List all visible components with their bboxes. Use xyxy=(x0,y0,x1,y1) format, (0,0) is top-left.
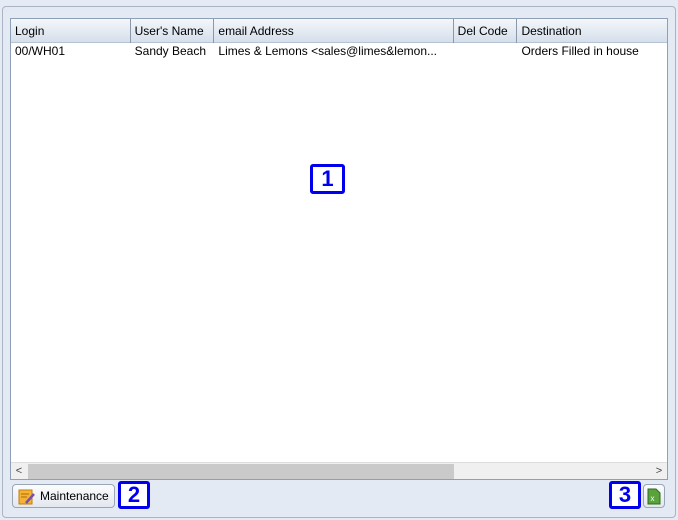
cell-destination: Orders Filled in house xyxy=(521,44,639,58)
table-row[interactable]: 00/WH01 Sandy Beach Limes & Lemons <sale… xyxy=(11,43,667,60)
cell-del-code xyxy=(454,43,518,60)
excel-icon: x xyxy=(647,488,661,504)
column-header-users-name[interactable]: User's Name xyxy=(131,19,215,43)
horizontal-scrollbar[interactable]: < > xyxy=(11,462,667,479)
scroll-left-icon[interactable]: < xyxy=(11,463,27,479)
column-header-login[interactable]: Login xyxy=(11,19,131,43)
scroll-right-icon[interactable]: > xyxy=(651,463,667,479)
maintenance-label: Maintenance xyxy=(40,489,109,503)
column-header-del-code[interactable]: Del Code xyxy=(454,19,518,43)
table-header: Login User's Name email Address Del Code… xyxy=(11,19,667,43)
cell-users-name: Sandy Beach xyxy=(134,44,207,58)
cell-login: 00/WH01 xyxy=(15,44,66,58)
column-header-email[interactable]: email Address xyxy=(214,19,454,43)
scrollbar-thumb[interactable] xyxy=(28,464,454,479)
users-table: Login User's Name email Address Del Code… xyxy=(10,18,668,480)
notepad-pencil-icon xyxy=(18,489,35,504)
export-excel-button[interactable]: x xyxy=(643,484,665,508)
callout-2: 2 xyxy=(118,481,150,509)
maintenance-button[interactable]: Maintenance xyxy=(12,484,115,508)
column-header-destination[interactable]: Destination xyxy=(517,19,667,43)
callout-3: 3 xyxy=(609,481,641,509)
svg-text:x: x xyxy=(651,494,655,503)
callout-1: 1 xyxy=(310,164,345,194)
cell-email: Limes & Lemons <sales@limes&lemon... xyxy=(218,44,437,58)
